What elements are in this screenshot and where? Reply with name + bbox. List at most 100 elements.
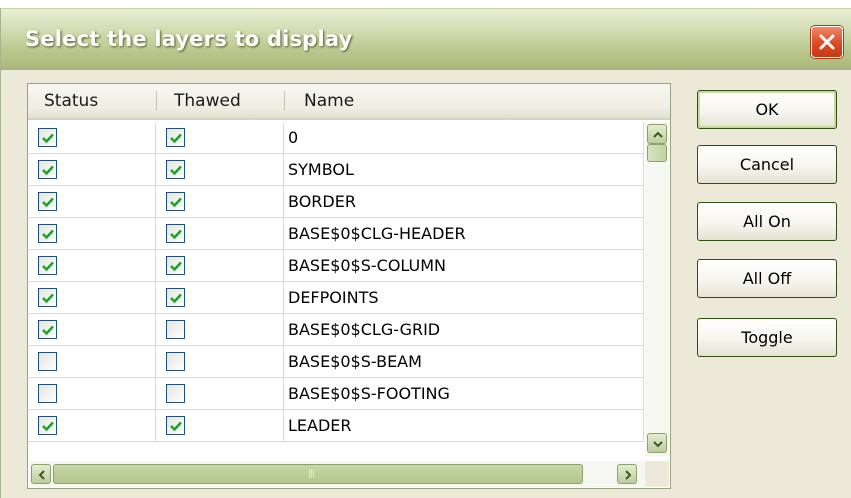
column-header-thawed[interactable]: Thawed	[174, 84, 241, 118]
layer-name: BASE$0$S-BEAM	[288, 352, 422, 371]
thawed-checkbox[interactable]	[166, 320, 185, 339]
column-header-name[interactable]: Name	[304, 84, 354, 118]
thawed-cell	[156, 218, 284, 249]
thawed-cell	[156, 154, 284, 185]
layer-name: BASE$0$CLG-GRID	[288, 320, 441, 339]
table-row[interactable]: SYMBOL	[28, 154, 644, 186]
layer-name: LEADER	[288, 416, 352, 435]
status-checkbox[interactable]	[38, 384, 57, 403]
table-row[interactable]: BORDER	[28, 186, 644, 218]
layer-rows: 0 SYMBOL BORDER BASE$0$CLG-HEADER BASE$0$S-C…	[28, 122, 644, 442]
name-cell[interactable]: 0	[284, 122, 644, 153]
thawed-checkbox[interactable]	[166, 352, 185, 371]
horizontal-scroll-thumb[interactable]: |||	[53, 464, 583, 484]
table-row[interactable]: 0	[28, 122, 644, 154]
thawed-checkbox[interactable]	[166, 288, 185, 307]
layer-name: SYMBOL	[288, 160, 354, 179]
status-checkbox[interactable]	[38, 288, 57, 307]
checkmark-icon	[170, 229, 182, 240]
chevron-right-icon	[625, 470, 632, 480]
checkmark-icon	[42, 229, 54, 240]
close-button[interactable]	[811, 26, 843, 58]
layer-name: BASE$0$S-FOOTING	[288, 384, 450, 403]
column-header-status[interactable]: Status	[44, 84, 98, 118]
column-divider[interactable]	[156, 91, 157, 111]
name-cell[interactable]: DEFPOINTS	[284, 282, 644, 313]
status-checkbox[interactable]	[38, 160, 57, 179]
status-cell	[28, 186, 156, 217]
status-checkbox[interactable]	[38, 224, 57, 243]
thawed-checkbox[interactable]	[166, 416, 185, 435]
layer-name: 0	[288, 128, 299, 147]
name-cell[interactable]: SYMBOL	[284, 154, 644, 185]
status-checkbox[interactable]	[38, 416, 57, 435]
scroll-left-button[interactable]	[31, 464, 51, 484]
name-cell[interactable]: BASE$0$CLG-HEADER	[284, 218, 644, 249]
thawed-cell	[156, 346, 284, 377]
checkmark-icon	[42, 293, 54, 304]
toggle-button[interactable]: Toggle	[697, 318, 837, 357]
status-cell	[28, 154, 156, 185]
chevron-left-icon	[38, 470, 45, 480]
thawed-cell	[156, 122, 284, 153]
vertical-scrollbar[interactable]	[645, 122, 669, 456]
name-cell[interactable]: BASE$0$S-FOOTING	[284, 378, 644, 409]
status-cell	[28, 410, 156, 441]
status-checkbox[interactable]	[38, 320, 57, 339]
name-cell[interactable]: BASE$0$S-COLUMN	[284, 250, 644, 281]
title-bar[interactable]: Select the layers to display	[1, 8, 851, 70]
layer-name: BORDER	[288, 192, 356, 211]
thawed-checkbox[interactable]	[166, 256, 185, 275]
thawed-checkbox[interactable]	[166, 192, 185, 211]
status-cell	[28, 346, 156, 377]
thawed-checkbox[interactable]	[166, 224, 185, 243]
grip-icon: |||	[308, 469, 315, 479]
layer-list: Status Thawed Name 0 SYMBOL BORDER BASE$0$C…	[27, 83, 671, 489]
status-checkbox[interactable]	[38, 128, 57, 147]
scroll-down-button[interactable]	[647, 433, 667, 453]
all-on-button[interactable]: All On	[697, 202, 837, 241]
layer-name: DEFPOINTS	[288, 288, 379, 307]
checkmark-icon	[170, 421, 182, 432]
table-row[interactable]: BASE$0$S-FOOTING	[28, 378, 644, 410]
ok-button[interactable]: OK	[697, 90, 837, 129]
table-row[interactable]: BASE$0$CLG-HEADER	[28, 218, 644, 250]
table-row[interactable]: BASE$0$S-BEAM	[28, 346, 644, 378]
thawed-cell	[156, 410, 284, 441]
horizontal-scrollbar[interactable]: |||	[29, 461, 645, 487]
thawed-cell	[156, 282, 284, 313]
status-cell	[28, 250, 156, 281]
status-checkbox[interactable]	[38, 256, 57, 275]
scroll-up-button[interactable]	[647, 124, 667, 144]
status-cell	[28, 122, 156, 153]
table-row[interactable]: DEFPOINTS	[28, 282, 644, 314]
thawed-checkbox[interactable]	[166, 160, 185, 179]
name-cell[interactable]: BASE$0$S-BEAM	[284, 346, 644, 377]
name-cell[interactable]: BASE$0$CLG-GRID	[284, 314, 644, 345]
thawed-checkbox[interactable]	[166, 384, 185, 403]
scrollbar-corner	[645, 461, 669, 487]
name-cell[interactable]: BORDER	[284, 186, 644, 217]
status-checkbox[interactable]	[38, 352, 57, 371]
status-cell	[28, 282, 156, 313]
all-off-button[interactable]: All Off	[697, 259, 837, 298]
cancel-button[interactable]: Cancel	[697, 145, 837, 184]
table-row[interactable]: LEADER	[28, 410, 644, 442]
status-checkbox[interactable]	[38, 192, 57, 211]
scroll-right-button[interactable]	[617, 464, 637, 484]
thawed-checkbox[interactable]	[166, 128, 185, 147]
close-icon	[819, 34, 835, 50]
name-cell[interactable]: LEADER	[284, 410, 644, 441]
chevron-down-icon	[653, 441, 663, 448]
vertical-scroll-thumb[interactable]	[647, 144, 667, 162]
checkmark-icon	[42, 421, 54, 432]
column-divider[interactable]	[284, 91, 285, 111]
table-row[interactable]: BASE$0$S-COLUMN	[28, 250, 644, 282]
checkmark-icon	[170, 133, 182, 144]
table-row[interactable]: BASE$0$CLG-GRID	[28, 314, 644, 346]
status-cell	[28, 314, 156, 345]
checkmark-icon	[42, 197, 54, 208]
checkmark-icon	[170, 197, 182, 208]
checkmark-icon	[42, 261, 54, 272]
dialog-title: Select the layers to display	[25, 27, 353, 51]
